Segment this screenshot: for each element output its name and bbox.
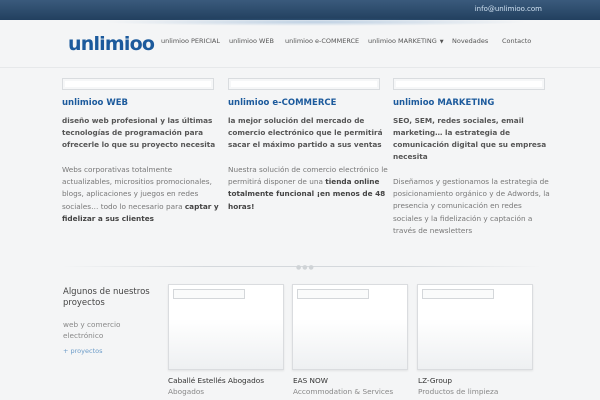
chevron-down-icon: ▼	[439, 39, 444, 45]
top-bar: info@unlimioo.com	[0, 0, 600, 20]
nav-item-pericial[interactable]: unlimioo PERICIAL	[161, 37, 220, 45]
thumbnail-shine	[418, 319, 532, 369]
thumbnail-shine	[169, 319, 283, 369]
service-description: Diseñamos y gestionamos la estrategia de…	[393, 176, 553, 237]
service-column-marketing: unlimioo MARKETING SEO, SEM, redes socia…	[393, 78, 553, 237]
project-title[interactable]: EAS NOW	[293, 376, 328, 385]
service-description: Webs corporativas totalmente actualizabl…	[62, 164, 222, 225]
project-subtitle: Abogados	[168, 387, 205, 396]
nav-item-web[interactable]: unlimioo WEB	[229, 37, 274, 45]
header-glow	[100, 18, 530, 26]
service-lead: SEO, SEM, redes sociales, email marketin…	[393, 116, 547, 161]
contact-email-link[interactable]: info@unlimioo.com	[475, 5, 542, 13]
project-subtitle: Accommodation & Services	[293, 387, 394, 396]
service-description: Nuestra solución de comercio electrónico…	[228, 164, 388, 213]
service-image-placeholder	[393, 78, 545, 90]
project-thumbnail[interactable]	[292, 284, 408, 370]
header-divider	[0, 67, 600, 68]
nav-item-marketing-label: unlimioo MARKETING	[368, 37, 437, 45]
thumbnail-bar	[297, 289, 369, 299]
project-thumbnail[interactable]	[417, 284, 533, 370]
project-subtitle: Productos de limpieza	[418, 387, 499, 396]
service-column-web: unlimioo WEB diseño web profesional y la…	[62, 78, 222, 225]
service-title[interactable]: unlimioo WEB	[62, 98, 222, 108]
service-title[interactable]: unlimioo e-COMMERCE	[228, 98, 388, 108]
service-column-ecommerce: unlimioo e-COMMERCE la mejor solución de…	[228, 78, 388, 213]
nav-item-marketing[interactable]: unlimioo MARKETING ▼	[368, 37, 444, 45]
nav-item-contacto[interactable]: Contacto	[502, 37, 531, 45]
thumbnail-bar	[173, 289, 245, 299]
description-text: Diseñamos y gestionamos la estrategia de…	[393, 177, 550, 235]
service-lead: diseño web profesional y las últimas tec…	[62, 116, 216, 149]
project-title[interactable]: LZ-Group	[418, 376, 452, 385]
thumbnail-bar	[422, 289, 494, 299]
project-title[interactable]: Caballé Estellés Abogados	[168, 376, 264, 385]
site-logo[interactable]: unlimioo	[68, 33, 155, 55]
thumbnail-shine	[293, 319, 407, 369]
service-image-placeholder	[228, 78, 380, 90]
projects-heading: Algunos de nuestros proyectos	[63, 287, 150, 308]
nav-item-ecommerce[interactable]: unlimioo e-COMMERCE	[285, 37, 359, 45]
more-projects-link[interactable]: + proyectos	[63, 347, 102, 355]
divider-dots-icon: ●●●	[296, 264, 315, 271]
nav-item-novedades[interactable]: Novedades	[452, 37, 488, 45]
projects-subheading: web y comercio electrónico	[63, 320, 121, 340]
service-lead: la mejor solución del mercado de comerci…	[228, 116, 383, 149]
project-thumbnail[interactable]	[168, 284, 284, 370]
service-title[interactable]: unlimioo MARKETING	[393, 98, 553, 108]
service-image-placeholder	[62, 78, 214, 90]
